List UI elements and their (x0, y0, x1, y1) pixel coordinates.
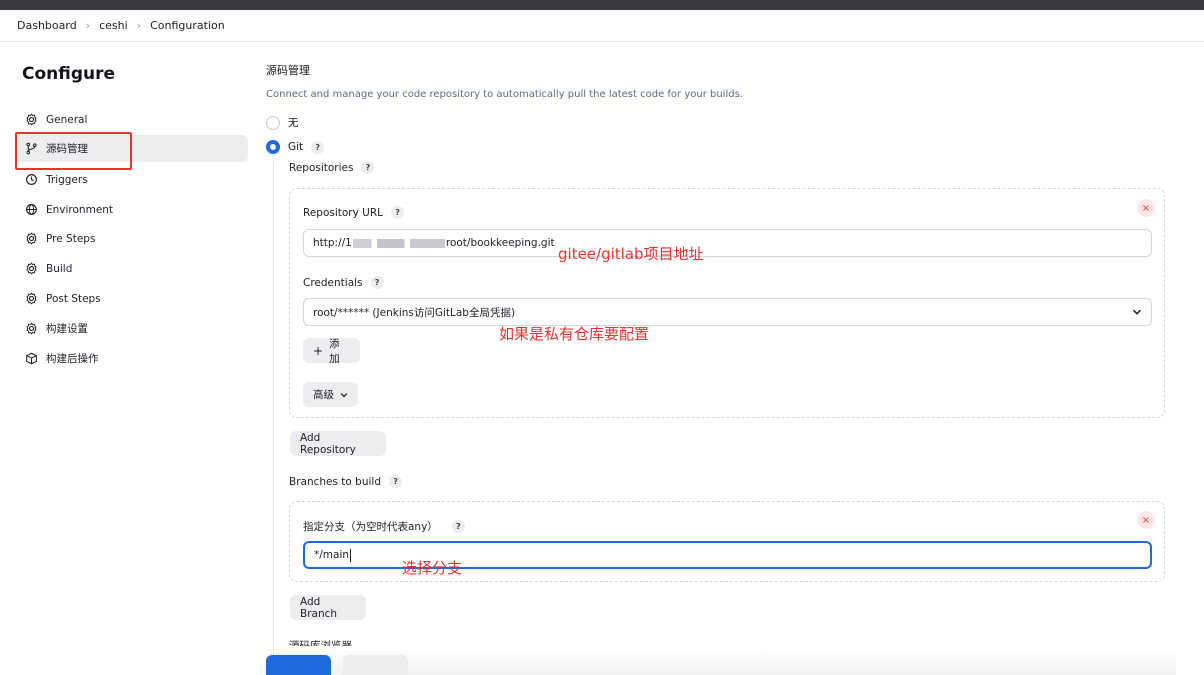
sidebar-item-environment[interactable]: Environment (16, 196, 248, 223)
annotation-credentials: 如果是私有仓库要配置 (499, 325, 650, 343)
gear-icon (24, 262, 38, 276)
help-icon[interactable]: ? (370, 276, 384, 289)
help-icon[interactable]: ? (311, 140, 325, 154)
git-options-divider (273, 162, 274, 675)
gear-icon (24, 232, 38, 246)
radio-button-checked[interactable] (266, 140, 280, 154)
chevron-down-icon (340, 392, 348, 397)
sidebar-item-label: Environment (46, 203, 114, 216)
sidebar-item-label: General (46, 113, 88, 126)
branch-spec-label-text: 指定分支（为空时代表any） (303, 521, 438, 533)
repo-url-suffix: root/bookkeeping.git (445, 237, 555, 249)
add-credentials-button[interactable]: + 添加 (303, 337, 360, 365)
chevron-down-icon (1132, 309, 1142, 315)
text-cursor (350, 548, 352, 562)
add-label: 添加 (329, 337, 340, 365)
sidebar-title: Configure (22, 64, 116, 84)
help-icon[interactable]: ? (361, 161, 375, 174)
breadcrumb-dashboard[interactable]: Dashboard (17, 19, 77, 32)
sidebar-item-label: 构建后操作 (46, 353, 99, 365)
credentials-label-text: Credentials (303, 276, 363, 289)
repository-block: × Repository URL ? http://1 root/bookkee… (289, 188, 1165, 418)
section-description: Connect and manage your code repository … (266, 89, 743, 100)
annotation-branch: 选择分支 (402, 559, 463, 577)
credentials-label: Credentials ? (303, 276, 384, 289)
sidebar-item-label: Pre Steps (46, 232, 96, 245)
sidebar-item-label: Triggers (46, 173, 88, 186)
plus-icon: + (313, 343, 324, 358)
annotation-highlight-box (15, 132, 132, 170)
sidebar-item-general[interactable]: General (16, 106, 248, 133)
breadcrumb-configuration[interactable]: Configuration (150, 19, 225, 32)
add-branch-button[interactable]: Add Branch (290, 595, 366, 620)
sidebar-item-post-build[interactable]: 构建后操作 (16, 345, 248, 372)
branches-label-text: Branches to build (289, 475, 382, 488)
advanced-label: 高级 (313, 389, 334, 401)
gear-icon (24, 322, 38, 336)
repositories-label: Repositories ? (289, 161, 375, 174)
gear-icon (24, 292, 38, 306)
add-repository-button[interactable]: Add Repository (290, 431, 386, 456)
option-label: Git (288, 141, 304, 153)
breadcrumb-project[interactable]: ceshi (99, 19, 128, 32)
sidebar-item-build-settings[interactable]: 构建设置 (16, 315, 248, 342)
repo-url-prefix: http://1 (313, 237, 352, 249)
clock-icon (24, 173, 38, 187)
repositories-label-text: Repositories (289, 161, 354, 174)
help-icon[interactable]: ? (389, 475, 403, 488)
sidebar-item-pre-steps[interactable]: Pre Steps (16, 225, 248, 252)
close-icon[interactable]: × (1137, 199, 1155, 217)
sidebar-item-label: Post Steps (46, 292, 101, 305)
globe-icon (24, 203, 38, 217)
advanced-button[interactable]: 高级 (303, 382, 358, 407)
help-icon[interactable]: ? (451, 520, 465, 533)
credentials-select[interactable]: root/****** (Jenkins访问GitLab全局凭据) (303, 298, 1152, 326)
sidebar-item-post-steps[interactable]: Post Steps (16, 285, 248, 312)
repo-url-label-text: Repository URL (303, 206, 384, 219)
scm-option-git[interactable]: Git ? (266, 140, 325, 154)
save-button[interactable] (266, 655, 331, 675)
repository-browser-label: 源码库浏览器 (289, 640, 352, 646)
branches-label: Branches to build ? (289, 475, 403, 488)
repo-url-input[interactable]: http://1 root/bookkeeping.git (303, 229, 1152, 257)
box-icon (24, 352, 38, 366)
scm-option-none[interactable]: 无 (266, 115, 299, 130)
scm-section: 源码管理 Connect and manage your code reposi… (266, 42, 1186, 675)
redacted-region (352, 238, 445, 248)
help-icon[interactable]: ? (391, 206, 405, 219)
sidebar-item-build[interactable]: Build (16, 255, 248, 282)
chevron-right-icon: › (85, 19, 91, 32)
close-icon[interactable]: × (1137, 511, 1155, 529)
sidebar-item-label: 构建设置 (46, 323, 88, 335)
sidebar-item-label: Build (46, 262, 73, 275)
radio-button[interactable] (266, 115, 280, 130)
branch-spec-label: 指定分支（为空时代表any） ? (303, 519, 465, 534)
sidebar-item-triggers[interactable]: Triggers (16, 166, 248, 193)
branch-value: */main (314, 549, 350, 561)
breadcrumb: Dashboard › ceshi › Configuration (0, 10, 1204, 42)
top-bar (0, 0, 1204, 10)
credentials-value: root/****** (Jenkins访问GitLab全局凭据) (313, 306, 516, 319)
annotation-repo-url: gitee/gitlab项目地址 (558, 245, 704, 263)
section-title: 源码管理 (266, 64, 310, 77)
gear-icon (24, 113, 38, 127)
apply-button[interactable] (343, 655, 408, 675)
repo-url-label: Repository URL ? (303, 206, 405, 219)
chevron-right-icon: › (136, 19, 142, 32)
option-label: 无 (288, 117, 299, 129)
